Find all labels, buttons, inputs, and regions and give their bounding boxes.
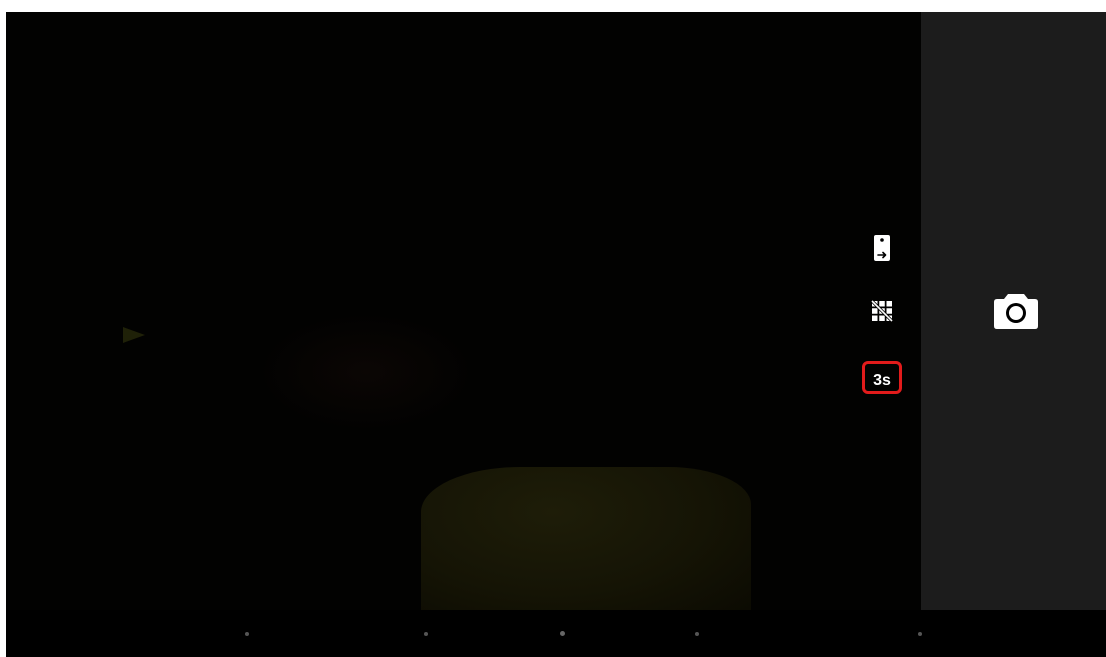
nav-indicator-dot: [560, 631, 565, 636]
nav-indicator-dot: [424, 632, 428, 636]
shutter-button[interactable]: [992, 288, 1040, 332]
nav-indicator-dot: [918, 632, 922, 636]
camera-icon: [994, 294, 1038, 329]
timer-button[interactable]: 3s: [858, 357, 906, 397]
shutter-panel: [921, 12, 1106, 610]
grid-toggle-button[interactable]: [858, 291, 906, 331]
viewfinder-scene-shadow: [256, 312, 476, 432]
nav-indicator-dot: [695, 632, 699, 636]
nav-indicator-dot: [245, 632, 249, 636]
timer-label: 3s: [862, 360, 902, 394]
camera-screen: 3s: [6, 12, 1106, 657]
phone-switch-icon: [874, 235, 890, 261]
grid-off-icon: [870, 299, 894, 323]
viewfinder-scene-object: [123, 327, 145, 343]
switch-camera-button[interactable]: [858, 228, 906, 268]
navigation-bar: [6, 610, 1106, 657]
viewfinder-scene-object: [421, 467, 751, 610]
camera-viewfinder[interactable]: 3s: [6, 12, 921, 610]
camera-controls: 3s: [858, 228, 906, 398]
